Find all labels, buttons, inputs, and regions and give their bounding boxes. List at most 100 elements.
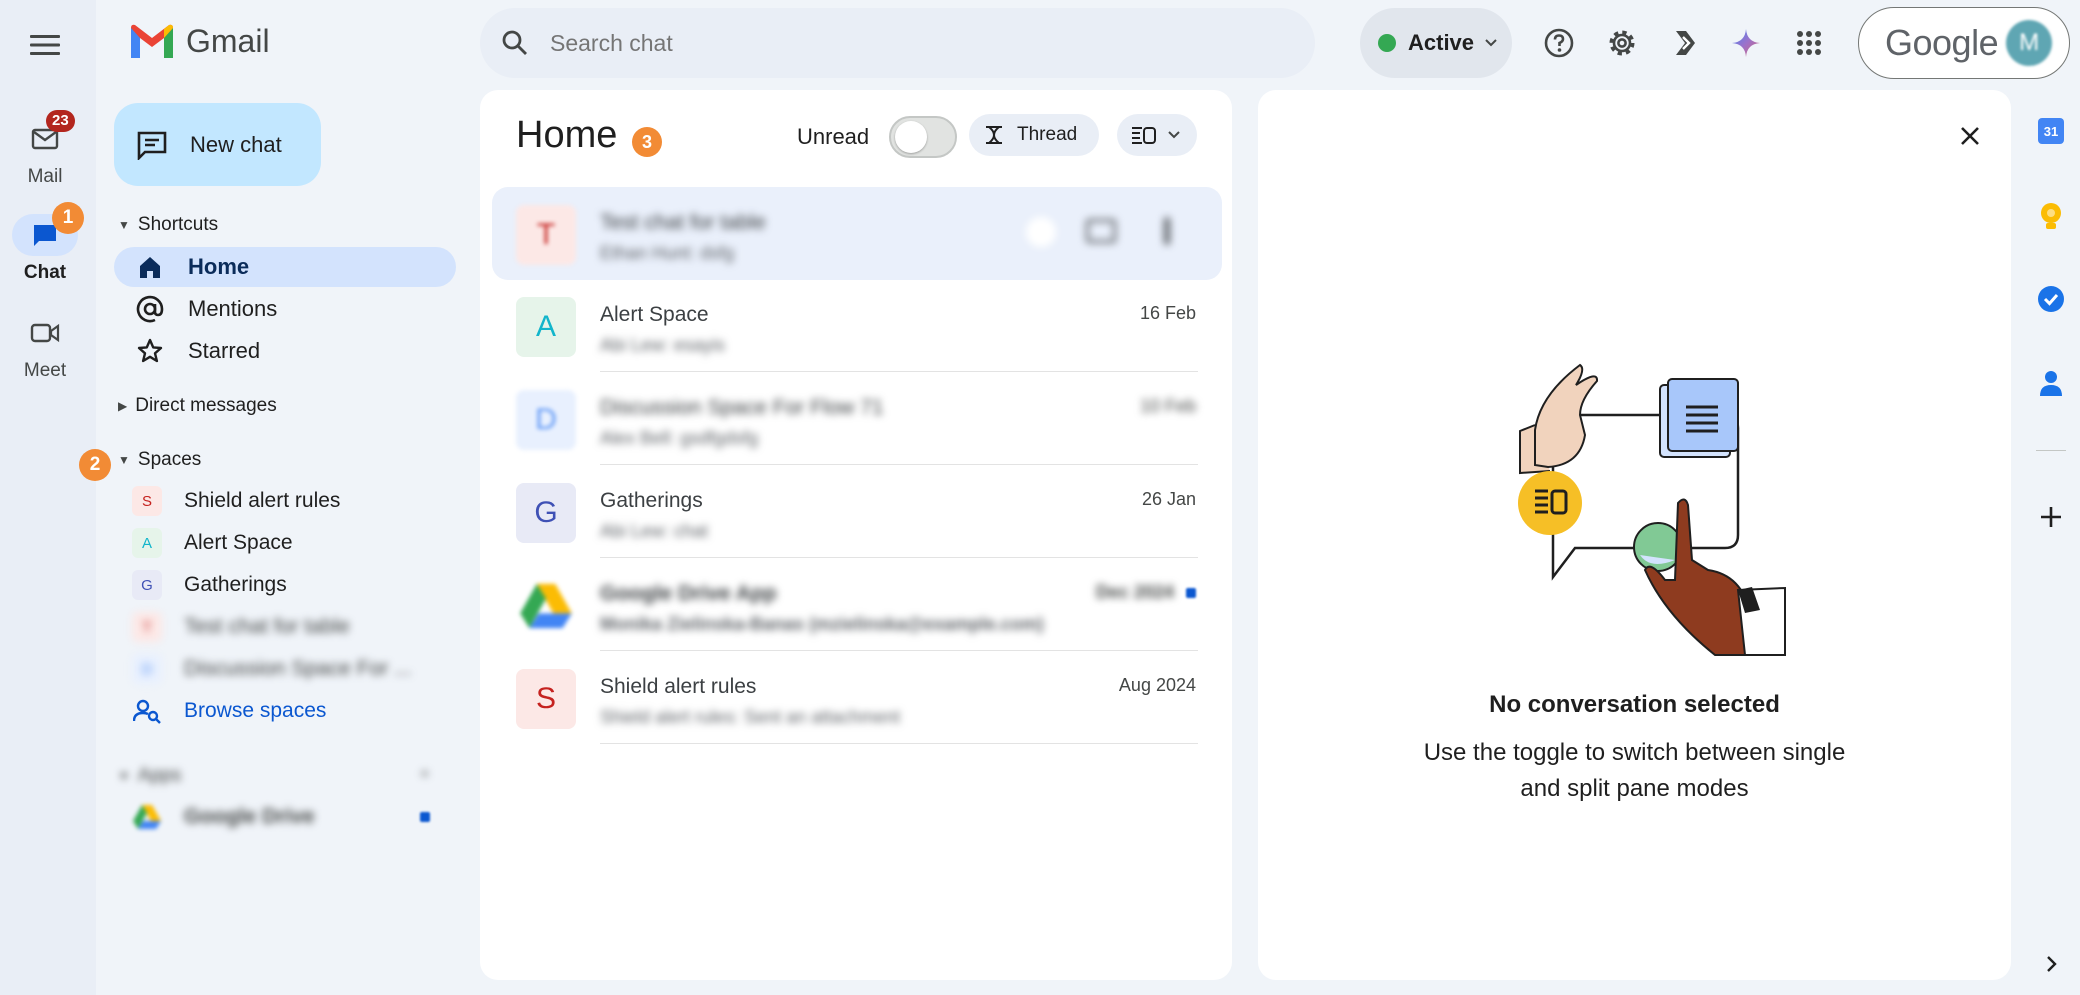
chevron-right-icon[interactable] (2040, 952, 2064, 976)
chat-title: Google Drive App (600, 582, 777, 605)
chat-row[interactable]: G Gatherings Abi Lew: chat 26 Jan (492, 465, 1222, 558)
chat-title: Alert Space (600, 303, 709, 326)
keep-icon[interactable] (2036, 200, 2066, 234)
rail-meet[interactable]: Meet (0, 312, 90, 382)
status-button[interactable]: Active (1360, 8, 1512, 78)
caret-down-icon: ▼ (118, 453, 130, 467)
new-chat-button[interactable]: New chat (114, 103, 321, 186)
chevron-down-icon (1484, 38, 1498, 48)
avatar[interactable]: M (2006, 20, 2053, 66)
chevron-down-icon (1167, 130, 1181, 140)
google-drive-icon (132, 804, 162, 830)
space-item-gatherings[interactable]: G Gatherings (132, 565, 287, 605)
divider (600, 743, 1198, 744)
caret-right-icon: ▶ (118, 399, 128, 413)
sidebar-item-home[interactable]: Home (114, 247, 456, 287)
chat-row[interactable]: S Shield alert rules Shield alert rules:… (492, 651, 1222, 744)
chat-title: Shield alert rules (600, 675, 757, 698)
rail-meet-label: Meet (23, 360, 67, 381)
space-label: Gatherings (184, 573, 287, 596)
space-label: Test chat for table (184, 615, 350, 638)
contacts-icon[interactable] (2036, 368, 2066, 398)
google-account-button[interactable]: Google M (1858, 7, 2070, 79)
sidebar-item-starred[interactable]: Starred (114, 331, 456, 371)
empty-state-body-line-2: and split pane modes (1520, 775, 1749, 802)
google-drive-icon (516, 576, 576, 636)
space-avatar: S (132, 486, 162, 516)
add-app-icon[interactable]: + (420, 766, 429, 784)
pane-mode-button[interactable] (1117, 114, 1197, 156)
sidebar-item-mentions[interactable]: Mentions (114, 289, 456, 329)
space-avatar: D (132, 654, 162, 684)
unread-dot (1186, 588, 1196, 598)
gemini-icon[interactable] (1723, 20, 1769, 66)
close-icon[interactable] (1950, 116, 1990, 156)
gmail-logo[interactable]: Gmail (128, 22, 270, 60)
thread-icon (983, 124, 1005, 146)
split-pane-icon (1131, 126, 1157, 144)
chat-date: 26 Jan (1141, 489, 1196, 509)
chat-avatar: A (516, 297, 576, 357)
more-options-icon[interactable] (1164, 217, 1170, 245)
browse-spaces-link[interactable]: Browse spaces (132, 691, 326, 731)
calendar-day: 31 (2038, 118, 2064, 144)
menu-icon[interactable] (20, 20, 70, 70)
chat-row[interactable]: Google Drive App Monika Zielinska-Banas … (492, 558, 1222, 651)
sidebar-item-label: Starred (188, 338, 261, 363)
search-bar[interactable] (480, 8, 1315, 78)
at-icon (134, 295, 166, 323)
add-addon-icon[interactable] (2036, 502, 2066, 532)
space-label: Shield alert rules (184, 489, 341, 512)
caret-down-icon: ▼ (118, 218, 130, 232)
tasks-icon[interactable] (2036, 284, 2066, 314)
unread-dot (420, 812, 430, 822)
open-new-window-icon[interactable] (1086, 219, 1116, 243)
thread-button[interactable]: Thread (969, 114, 1099, 156)
space-item-alert-space[interactable]: A Alert Space (132, 523, 293, 563)
unread-toggle[interactable] (889, 116, 958, 158)
unread-filter[interactable]: Unread (797, 116, 958, 158)
chat-row[interactable]: D Discussion Space For Flow 71 Alex Bell… (492, 372, 1222, 465)
direct-messages-header[interactable]: ▶ Direct messages (118, 395, 277, 417)
sidebar-item-label: Mentions (188, 296, 278, 321)
chat-row[interactable]: A Alert Space Abi Lew: esayis 16 Feb (492, 279, 1222, 372)
spaces-label: Spaces (137, 449, 202, 470)
search-icon[interactable] (480, 8, 550, 78)
help-icon[interactable] (1536, 20, 1582, 66)
spaces-header[interactable]: ▼ Spaces (118, 449, 201, 471)
settings-icon[interactable] (1599, 20, 1645, 66)
new-chat-icon (136, 130, 168, 160)
chat-date: Dec 2024 (1095, 582, 1174, 602)
shortcuts-header[interactable]: ▼ Shortcuts (118, 214, 218, 236)
mark-read-icon[interactable] (1026, 217, 1056, 247)
chat-avatar: G (516, 483, 576, 543)
chat-subtitle: Abi Lew: esayis (600, 335, 726, 355)
rail-mail[interactable]: 23 Mail (0, 110, 90, 188)
extension-icon[interactable] (1662, 20, 1708, 66)
video-icon (30, 322, 60, 344)
space-label: Discussion Space For ... (184, 657, 412, 680)
chat-date: 10 Feb (1139, 396, 1196, 416)
search-input[interactable] (550, 29, 1150, 57)
app-item-google-drive[interactable]: Google Drive (132, 797, 430, 837)
chat-subtitle: Monika Zielinska-Banas (mzielinska@examp… (600, 614, 1044, 634)
apps-grid-icon[interactable] (1786, 20, 1832, 66)
rail-chat[interactable]: 1 Chat (0, 202, 90, 284)
space-item-discussion-space[interactable]: D Discussion Space For ... (132, 649, 412, 689)
browse-spaces-label: Browse spaces (184, 699, 327, 722)
direct-messages-label: Direct messages (135, 395, 277, 416)
calendar-icon[interactable]: 31 (2036, 116, 2066, 146)
rail-chat-label: Chat (23, 262, 67, 283)
apps-header[interactable]: ▼ Apps (118, 765, 181, 787)
space-avatar: G (132, 570, 162, 600)
space-item-shield-alert-rules[interactable]: S Shield alert rules (132, 481, 340, 521)
divider (2036, 450, 2066, 451)
marker-1: 1 (52, 202, 84, 234)
status-label: Active (1408, 30, 1475, 55)
space-item-test-chat[interactable]: T Test chat for table (132, 607, 350, 647)
home-icon (134, 254, 166, 280)
chat-subtitle: Alex Bell: gsdfgdsfg (600, 428, 759, 448)
chat-subtitle: Shield alert rules: Sent an attachment (600, 707, 901, 727)
chat-subtitle: Ethan Hunt: dsfg (600, 243, 735, 263)
chat-row[interactable]: T Test chat for table Ethan Hunt: dsfg (492, 187, 1222, 280)
